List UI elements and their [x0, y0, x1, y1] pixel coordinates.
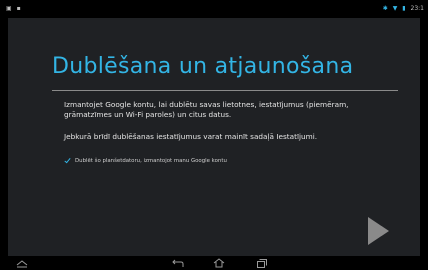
next-arrow-button[interactable] — [368, 217, 389, 245]
description-paragraph: Izmantojet Google kontu, lai dublētu sav… — [64, 100, 349, 119]
bluetooth-icon: ✱ — [382, 5, 388, 12]
status-bar-right: ✱ ▼ ▮ 23:1 — [380, 5, 424, 12]
backup-checkbox-label[interactable]: Dublēt šo planšetdatoru, izmantojot manu… — [75, 158, 227, 164]
settings-note: Jebkurā brīdī dublēšanas iestatījumus va… — [64, 132, 318, 141]
status-bar: ▣ ▪ ✱ ▼ ▮ 23:1 — [0, 0, 428, 18]
screenshot-icon: ▣ — [6, 5, 12, 12]
wifi-icon: ▼ — [392, 5, 398, 12]
status-bar-left: ▣ ▪ — [6, 5, 24, 12]
home-icon[interactable] — [213, 258, 225, 268]
title-divider — [52, 90, 398, 91]
backup-checkbox[interactable] — [65, 158, 71, 164]
page-title: Dublēšana un atjaunošana — [52, 54, 354, 79]
setup-screen: Dublēšana un atjaunošana Izmantojet Goog… — [8, 18, 420, 256]
notification-icon: ▪ — [16, 5, 21, 12]
battery-icon: ▮ — [402, 5, 406, 12]
backup-checkbox-row[interactable]: Dublēt šo planšetdatoru, izmantojot manu… — [65, 156, 227, 165]
back-icon[interactable] — [172, 258, 184, 268]
status-time: 23:1 — [410, 5, 424, 12]
recent-apps-icon[interactable] — [256, 258, 268, 268]
menu-icon[interactable] — [16, 258, 28, 268]
navigation-bar — [0, 256, 428, 270]
